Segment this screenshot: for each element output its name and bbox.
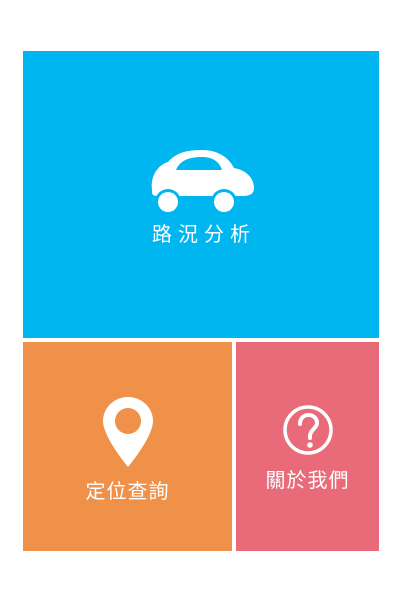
traffic-analysis-tile[interactable]: 路況分析 — [23, 51, 379, 338]
home-screen: 路況分析 定位查詢 關於我們 — [0, 0, 400, 600]
about-us-tile[interactable]: 關於我們 — [236, 342, 379, 551]
question-circle-icon — [282, 404, 333, 455]
location-query-tile[interactable]: 定位查詢 — [23, 342, 232, 551]
about-us-label: 關於我們 — [265, 467, 350, 492]
traffic-analysis-label: 路況分析 — [152, 221, 256, 246]
map-pin-icon — [102, 396, 153, 467]
location-query-label: 定位查詢 — [85, 478, 170, 503]
car-icon — [151, 149, 254, 214]
